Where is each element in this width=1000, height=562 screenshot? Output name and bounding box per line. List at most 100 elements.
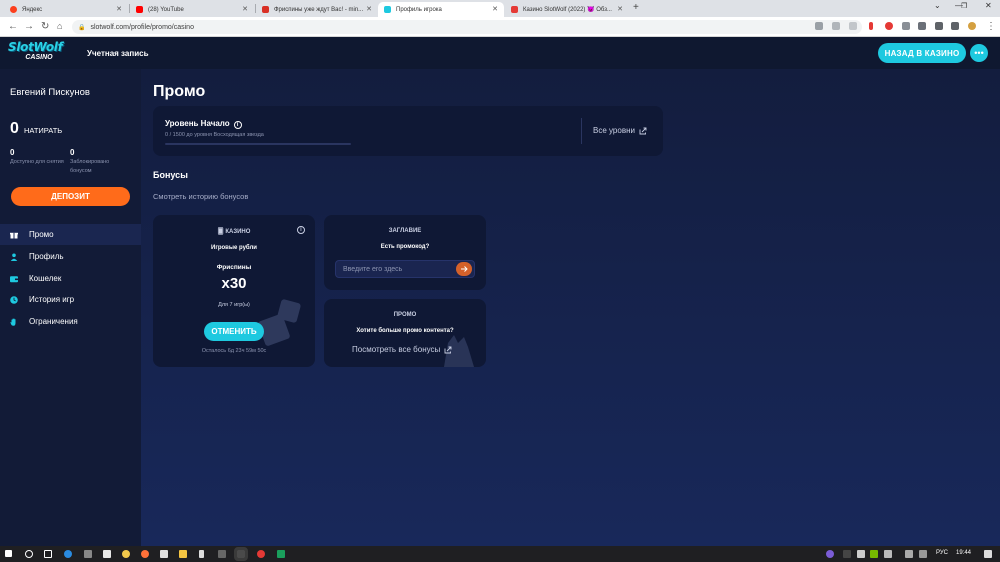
tray-app-icon[interactable] <box>843 550 851 558</box>
back-arrow-icon[interactable]: ← <box>8 21 18 32</box>
close-tab-icon[interactable]: ✕ <box>492 5 498 13</box>
gmail-icon <box>262 6 269 13</box>
available-label: Доступно для снятия <box>10 159 64 165</box>
level-title: Уровень Начало i <box>165 119 242 129</box>
sidebar-item-game-history[interactable]: История игр <box>0 289 141 310</box>
sidebar-item-limits[interactable]: Ограничения <box>0 311 141 332</box>
browser-tab-bar: Яндекс ✕ (28) YouTube ✕ Фриспины уже жду… <box>0 0 1000 17</box>
reload-icon[interactable]: ↻ <box>41 21 49 32</box>
blocked-label: Заблокировано бонусом <box>70 159 110 174</box>
profile-avatar-icon[interactable] <box>968 22 976 30</box>
gift-icon <box>10 231 18 239</box>
browser-toolbar: ← → ↻ ⌂ 🔒 slotwolf.com/profile/promo/cas… <box>0 17 1000 37</box>
windows-taskbar: РУС 19:44 <box>0 546 1000 562</box>
wallet-icon <box>10 275 18 283</box>
close-tab-icon[interactable]: ✕ <box>116 5 122 13</box>
submit-promo-button[interactable] <box>456 262 472 276</box>
forward-arrow-icon[interactable]: → <box>24 21 34 32</box>
more-options-button[interactable]: ••• <box>970 44 988 62</box>
promo-code-card: ЗАГЛАВИЕ Есть промокод? <box>324 215 486 290</box>
back-to-casino-button[interactable]: НАЗАД В КАЗИНО <box>878 43 966 63</box>
restore-icon[interactable]: ❐ <box>961 2 967 10</box>
sidebar-item-profile[interactable]: Профиль <box>0 246 141 267</box>
app-icon[interactable] <box>160 550 168 558</box>
close-tab-icon[interactable]: ✕ <box>242 5 248 13</box>
kebab-menu-icon[interactable]: ⋮ <box>986 21 996 32</box>
bonuses-title: Бонусы <box>153 170 188 180</box>
close-tab-icon[interactable]: ✕ <box>366 5 372 13</box>
share-icon[interactable] <box>832 22 840 30</box>
view-all-bonuses-link[interactable]: Посмотреть все бонусы <box>352 345 452 354</box>
slotwolf-logo[interactable]: SlotWolf CASINO <box>8 41 78 65</box>
task-view-icon[interactable] <box>44 550 52 558</box>
main-content: Промо Уровень Начало i 0 / 1500 до уровня… <box>141 69 1000 546</box>
network-icon[interactable] <box>884 550 892 558</box>
volume-icon[interactable] <box>905 550 913 558</box>
bonus-multiplier: x30 <box>221 275 247 292</box>
adblock-icon[interactable] <box>885 22 893 30</box>
blocked-value: 0 <box>70 148 75 157</box>
app-icon[interactable] <box>199 550 204 558</box>
tray-app-icon[interactable] <box>826 550 834 558</box>
info-icon[interactable]: i <box>297 226 305 234</box>
account-label: Учетная запись <box>87 49 149 58</box>
youtube-icon <box>136 6 143 13</box>
clock[interactable]: 19:44 <box>956 550 971 556</box>
sidebar-icon[interactable] <box>951 22 959 30</box>
translate-icon[interactable] <box>815 22 823 30</box>
level-subtitle: 0 / 1500 до уровня Восходящая звезда <box>165 132 264 138</box>
store-icon[interactable] <box>103 550 111 558</box>
nvidia-icon[interactable] <box>870 550 878 558</box>
chrome-icon[interactable] <box>234 547 248 561</box>
tab-yandex[interactable]: Яндекс ✕ <box>4 2 128 17</box>
cancel-bonus-button[interactable]: ОТМЕНИТЬ <box>204 322 264 341</box>
sidebar-item-wallet[interactable]: Кошелек <box>0 268 141 289</box>
search-icon[interactable] <box>25 550 33 558</box>
close-tab-icon[interactable]: ✕ <box>617 5 623 13</box>
extension-icon[interactable] <box>918 22 926 30</box>
bonus-time-remaining: Осталось 6д 23ч 59м 50с <box>201 348 267 354</box>
file-explorer-icon[interactable] <box>179 550 187 558</box>
more-promo-title: ПРОМО <box>393 312 417 318</box>
user-icon <box>10 253 18 261</box>
app-icon[interactable] <box>277 550 285 558</box>
app-icon[interactable] <box>122 550 130 558</box>
battery-icon[interactable] <box>919 550 927 558</box>
edge-icon[interactable] <box>64 550 72 558</box>
yandex-icon <box>10 6 17 13</box>
close-window-icon[interactable]: ✕ <box>985 1 992 10</box>
tab-casino-review[interactable]: Казино SlotWolf (2022) 😈 Обз... ✕ <box>505 2 629 17</box>
app-icon[interactable] <box>84 550 92 558</box>
bonus-history-link[interactable]: Смотреть историю бонусов <box>153 192 248 201</box>
lock-icon: 🔒 <box>78 24 86 31</box>
shield-icon[interactable] <box>902 22 910 30</box>
casino-bonus-card: 🂠 КАЗИНО i Игровые рубли Фриспины x30 Дл… <box>153 215 315 367</box>
tray-app-icon[interactable] <box>857 550 865 558</box>
app-icon[interactable] <box>218 550 226 558</box>
hand-icon <box>10 318 18 326</box>
tab-gmail[interactable]: Фриспины уже ждут Вас! - min... ✕ <box>256 2 378 17</box>
bookmark-star-icon[interactable] <box>849 22 857 30</box>
tab-player-profile[interactable]: Профиль игрока ✕ <box>378 2 504 17</box>
new-tab-icon[interactable]: + <box>633 2 639 13</box>
puzzle-icon[interactable] <box>935 22 943 30</box>
notifications-icon[interactable] <box>984 550 992 558</box>
sidebar-item-promo[interactable]: Промо <box>0 224 141 245</box>
tab-search-icon[interactable]: ⌄ <box>934 1 941 10</box>
promo-code-input[interactable] <box>335 260 475 278</box>
all-levels-link[interactable]: Все уровни <box>593 126 647 135</box>
profile-sidebar: Евгений Пискунов 0 НАТИРАТЬ 0 Доступно д… <box>0 69 141 546</box>
opera-icon[interactable] <box>257 550 265 558</box>
page-title: Промо <box>153 83 206 100</box>
language-indicator[interactable]: РУС <box>936 550 948 556</box>
extension-icon[interactable] <box>869 22 873 30</box>
deposit-button[interactable]: ДЕПОЗИТ <box>11 187 130 206</box>
firefox-icon[interactable] <box>141 550 149 558</box>
more-promo-question: Хотите больше промо контента? <box>356 328 454 334</box>
home-icon[interactable]: ⌂ <box>57 21 62 31</box>
windows-start-icon[interactable] <box>5 550 12 557</box>
bonus-currency: Игровые рубли <box>211 245 257 251</box>
info-icon[interactable]: i <box>233 121 242 129</box>
address-bar[interactable]: 🔒 slotwolf.com/profile/promo/casino <box>72 20 862 34</box>
tab-youtube[interactable]: (28) YouTube ✕ <box>130 2 254 17</box>
